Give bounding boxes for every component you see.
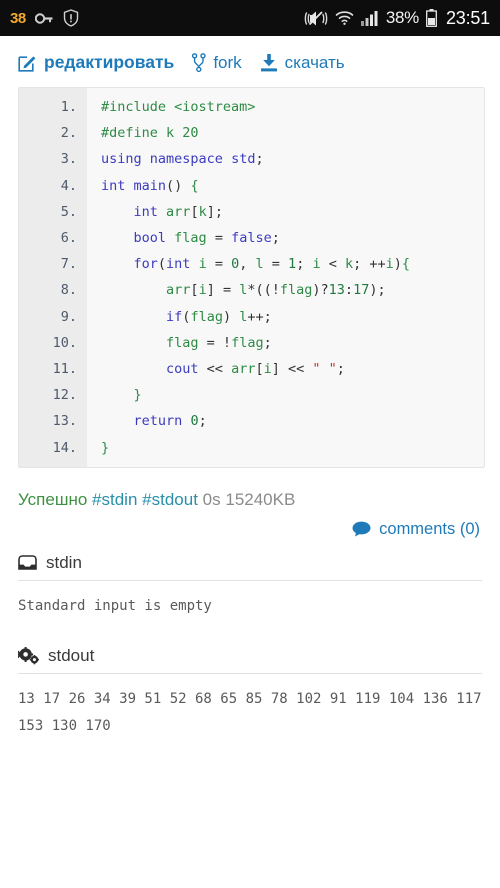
- clock-label: 23:51: [445, 7, 490, 28]
- stdin-header: stdin: [18, 553, 482, 580]
- code-row: 1. 2. 3. 4. 5. 6. 7. 8. 9. 10. 11. 12. 1…: [19, 88, 484, 467]
- code-column[interactable]: #include <iostream> #define k 20 using n…: [87, 88, 484, 467]
- comments-link-label: comments (0): [379, 519, 480, 538]
- exec-time: 0s: [202, 489, 221, 509]
- code-table: 1. 2. 3. 4. 5. 6. 7. 8. 9. 10. 11. 12. 1…: [19, 88, 484, 467]
- source-code-block[interactable]: 1. 2. 3. 4. 5. 6. 7. 8. 9. 10. 11. 12. 1…: [18, 87, 485, 468]
- download-button[interactable]: скачать: [260, 53, 345, 73]
- fork-button-label: fork: [213, 52, 242, 72]
- stdin-section: stdin Standard input is empty: [18, 553, 482, 620]
- fork-icon: [192, 53, 207, 72]
- notification-count: 38: [10, 9, 26, 27]
- gears-icon: [18, 646, 39, 665]
- status-bar: 38 38% 23:51: [0, 0, 500, 36]
- stdin-body: Standard input is empty: [18, 597, 212, 614]
- comments-link[interactable]: comments (0): [18, 520, 480, 539]
- vibrate-mute-icon: [304, 10, 328, 27]
- status-bar-left: 38: [10, 9, 79, 27]
- stdout-anchor-link[interactable]: #stdout: [142, 490, 198, 509]
- vpn-key-icon: [34, 11, 54, 26]
- download-button-label: скачать: [284, 52, 345, 72]
- stdout-header: stdout: [18, 646, 482, 673]
- edit-button-label: редактировать: [44, 52, 175, 72]
- signal-bars-icon: [360, 10, 379, 26]
- status-bar-right: 38% 23:51: [304, 8, 490, 29]
- exec-memory: 15240KB: [225, 489, 296, 509]
- battery-percent-label: 38%: [385, 8, 419, 27]
- stdout-section: stdout 13 17 26 34 39 51 52 68 65 85 78 …: [18, 646, 482, 740]
- status-badge: Успешно: [18, 489, 88, 509]
- stdout-body: 13 17 26 34 39 51 52 68 65 85 78 102 91 …: [18, 690, 491, 734]
- stdin-title: stdin: [46, 552, 82, 572]
- inbox-tray-icon: [18, 555, 37, 571]
- stdin-divider: [18, 579, 482, 581]
- edit-button[interactable]: редактировать: [18, 52, 174, 73]
- line-number-gutter: 1. 2. 3. 4. 5. 6. 7. 8. 9. 10. 11. 12. 1…: [19, 88, 87, 467]
- execution-result-line: Успешно #stdin #stdout 0s 15240KB: [18, 490, 482, 510]
- stdout-divider: [18, 672, 482, 674]
- stdout-title: stdout: [48, 645, 95, 665]
- fork-button[interactable]: fork: [192, 52, 242, 73]
- wifi-icon: [335, 10, 354, 26]
- pencil-edit-icon: [18, 53, 37, 72]
- comment-bubble-icon: [352, 521, 371, 537]
- battery-icon: [426, 9, 437, 27]
- stdin-anchor-link[interactable]: #stdin: [92, 490, 137, 509]
- action-toolbar: редактировать fork скачать: [0, 36, 500, 83]
- download-icon: [260, 53, 278, 72]
- shield-alert-icon: [63, 9, 79, 27]
